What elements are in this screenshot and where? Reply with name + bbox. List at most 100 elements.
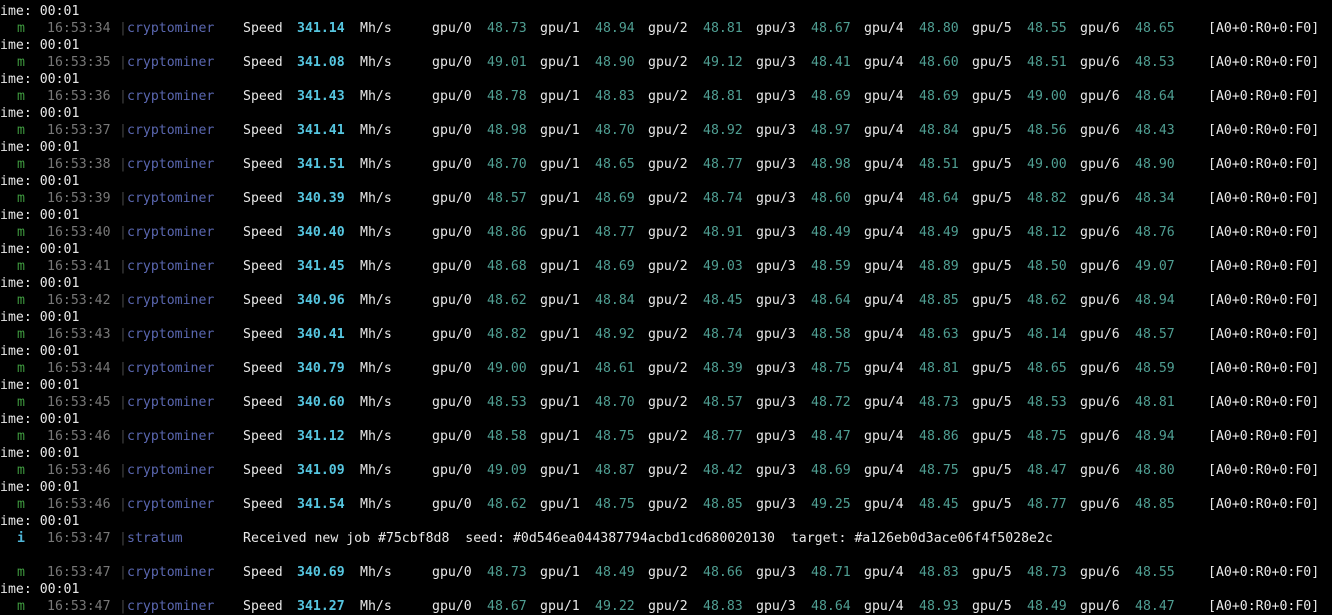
log-line-hashrate: m 16:53:38 | cryptominer Speed 341.51 Mh/s gpu/…	[0, 156, 1332, 173]
gpu-hashrate: 48.86	[919, 429, 959, 444]
gpu-hashrate: 48.59	[1135, 361, 1175, 376]
gpu-hashrate: 48.97	[811, 123, 851, 138]
speed-label: Speed	[243, 123, 283, 138]
timestamp: 16:53:47	[47, 565, 111, 580]
log-line-hashrate: m 16:53:44 | cryptominer Speed 340.79 Mh/s gpu/…	[0, 360, 1332, 377]
gpu-hashrate: 48.84	[919, 123, 959, 138]
timestamp: 16:53:47	[47, 599, 111, 614]
timestamp: 16:53:41	[47, 259, 111, 274]
elapsed-time-text: ime: 00:01	[0, 242, 80, 257]
speed-unit: Mh/s	[360, 259, 392, 274]
gpu-name: gpu/3	[756, 157, 796, 172]
gpu-hashrate: 48.85	[1135, 497, 1175, 512]
elapsed-time-text: ime: 00:01	[0, 480, 80, 495]
separator: |	[119, 361, 127, 376]
separator: |	[119, 123, 127, 138]
gpu-name: gpu/4	[864, 293, 904, 308]
gpu-name: gpu/1	[540, 225, 580, 240]
gpu-name: gpu/1	[540, 327, 580, 342]
gpu-hashrate: 48.70	[595, 123, 635, 138]
gpu-hashrate: 48.90	[595, 55, 635, 70]
speed-unit: Mh/s	[360, 89, 392, 104]
gpu-name: gpu/6	[1080, 599, 1120, 614]
info-tag: i	[17, 531, 25, 546]
gpu-hashrate: 48.47	[811, 429, 851, 444]
elapsed-time-text: ime: 00:01	[0, 4, 80, 19]
log-source: cryptominer	[127, 361, 215, 376]
gpu-name: gpu/5	[972, 225, 1012, 240]
gpu-hashrate: 48.68	[487, 259, 527, 274]
share-stats: [A0+0:R0+0:F0]	[1208, 463, 1320, 478]
gpu-hashrate: 48.64	[811, 599, 851, 614]
speed-label: Speed	[243, 565, 283, 580]
gpu-hashrate: 48.83	[703, 599, 743, 614]
log-line-hashrate: m 16:53:47 | cryptominer Speed 340.69 Mh/s gpu/…	[0, 564, 1332, 581]
speed-value: 340.69	[297, 565, 345, 580]
gpu-hashrate: 48.85	[703, 497, 743, 512]
gpu-hashrate: 48.78	[487, 89, 527, 104]
separator: |	[119, 157, 127, 172]
gpu-hashrate: 48.70	[487, 157, 527, 172]
gpu-name: gpu/0	[432, 327, 472, 342]
share-stats: [A0+0:R0+0:F0]	[1208, 429, 1320, 444]
gpu-hashrate: 48.93	[919, 599, 959, 614]
share-stats: [A0+0:R0+0:F0]	[1208, 327, 1320, 342]
gpu-hashrate: 48.77	[595, 225, 635, 240]
log-source: cryptominer	[127, 21, 215, 36]
gpu-hashrate: 48.49	[811, 225, 851, 240]
gpu-hashrate: 48.70	[595, 395, 635, 410]
speed-value: 341.14	[297, 21, 345, 36]
gpu-hashrate: 48.80	[1135, 463, 1175, 478]
gpu-hashrate: 48.89	[919, 259, 959, 274]
gpu-hashrate: 48.71	[811, 565, 851, 580]
elapsed-time-text: ime: 00:01	[0, 310, 80, 325]
log-source: cryptominer	[127, 225, 215, 240]
miner-tag: m	[17, 157, 25, 172]
separator: |	[119, 531, 127, 546]
gpu-hashrate: 48.45	[703, 293, 743, 308]
speed-unit: Mh/s	[360, 361, 392, 376]
gpu-hashrate: 48.64	[811, 293, 851, 308]
gpu-hashrate: 48.84	[595, 293, 635, 308]
separator: |	[119, 599, 127, 614]
gpu-hashrate: 48.81	[703, 21, 743, 36]
log-line-hashrate: m 16:53:34 | cryptominer Speed 341.14 Mh/s gpu/…	[0, 20, 1332, 37]
gpu-name: gpu/5	[972, 361, 1012, 376]
gpu-name: gpu/2	[648, 225, 688, 240]
gpu-hashrate: 48.81	[703, 89, 743, 104]
log-line-hashrate: m 16:53:39 | cryptominer Speed 340.39 Mh/s gpu/…	[0, 190, 1332, 207]
gpu-name: gpu/6	[1080, 327, 1120, 342]
gpu-hashrate: 48.58	[811, 327, 851, 342]
gpu-name: gpu/2	[648, 429, 688, 444]
share-stats: [A0+0:R0+0:F0]	[1208, 395, 1320, 410]
log-line-hashrate: m 16:53:40 | cryptominer Speed 340.40 Mh/s gpu/…	[0, 224, 1332, 241]
log-source: cryptominer	[127, 429, 215, 444]
gpu-name: gpu/5	[972, 191, 1012, 206]
gpu-hashrate: 49.09	[487, 463, 527, 478]
separator: |	[119, 191, 127, 206]
speed-unit: Mh/s	[360, 157, 392, 172]
gpu-name: gpu/0	[432, 55, 472, 70]
gpu-name: gpu/6	[1080, 565, 1120, 580]
gpu-hashrate: 48.56	[1027, 123, 1067, 138]
miner-tag: m	[17, 429, 25, 444]
timestamp: 16:53:46	[47, 429, 111, 444]
gpu-name: gpu/6	[1080, 89, 1120, 104]
gpu-hashrate: 48.50	[1027, 259, 1067, 274]
speed-label: Speed	[243, 21, 283, 36]
gpu-name: gpu/2	[648, 55, 688, 70]
elapsed-time-line: ime: 00:01	[0, 309, 1332, 326]
elapsed-time-text: ime: 00:01	[0, 344, 80, 359]
gpu-name: gpu/1	[540, 259, 580, 274]
separator: |	[119, 497, 127, 512]
share-stats: [A0+0:R0+0:F0]	[1208, 599, 1320, 614]
timestamp: 16:53:36	[47, 89, 111, 104]
gpu-name: gpu/5	[972, 463, 1012, 478]
elapsed-time-text: ime: 00:01	[0, 38, 80, 53]
speed-unit: Mh/s	[360, 55, 392, 70]
miner-tag: m	[17, 497, 25, 512]
gpu-name: gpu/4	[864, 327, 904, 342]
gpu-hashrate: 48.62	[487, 293, 527, 308]
gpu-name: gpu/0	[432, 89, 472, 104]
gpu-name: gpu/0	[432, 599, 472, 614]
